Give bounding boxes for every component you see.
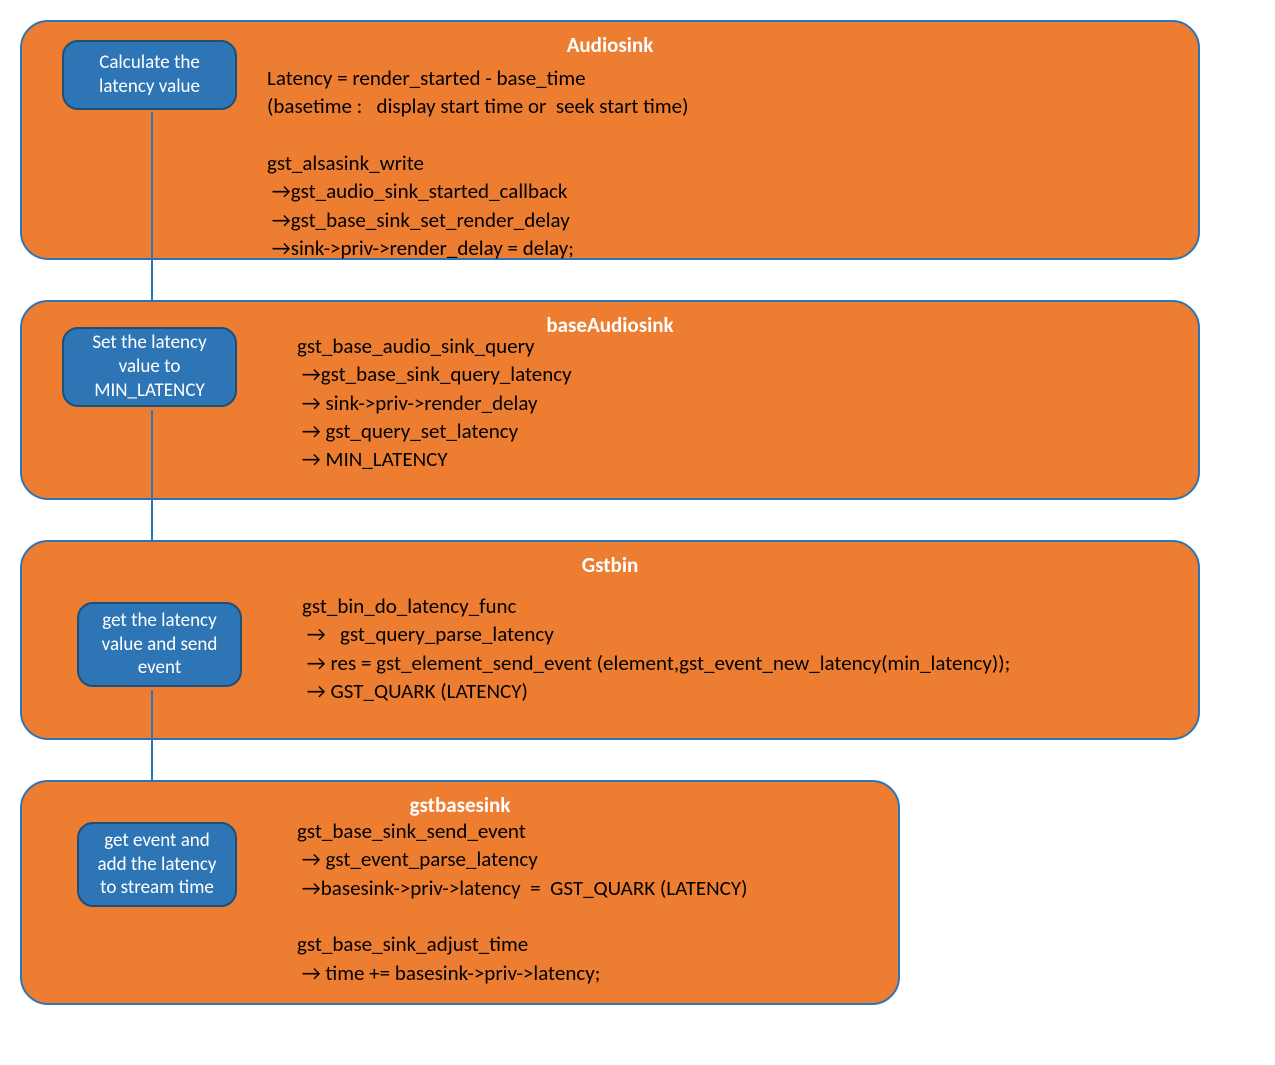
step-box-gstbin: Gstbin gst_bin_do_latency_func → gst_que…	[20, 540, 1200, 740]
step-body: Latency = render_started - base_time (ba…	[267, 64, 688, 262]
step-box-audiosink: Audiosink Latency = render_started - bas…	[20, 20, 1200, 260]
step-box-baseaudiosink: baseAudiosink gst_base_audio_sink_query …	[20, 300, 1200, 500]
step-box-gstbasesink: gstbasesink gst_base_sink_send_event → g…	[20, 780, 900, 1005]
step-body: gst_base_audio_sink_query →gst_base_sink…	[297, 332, 572, 474]
diagram-stage: Audiosink Latency = render_started - bas…	[20, 20, 1255, 1005]
step-body: gst_bin_do_latency_func → gst_query_pars…	[302, 592, 1010, 705]
step-pill-calculate: Calculate the latency value	[62, 40, 237, 110]
step-pill-set-latency: Set the latency value to MIN_LATENCY	[62, 327, 237, 407]
step-title: gstbasesink	[22, 792, 898, 818]
step-pill-get-event: get event and add the latency to stream …	[77, 822, 237, 907]
step-body: gst_base_sink_send_event → gst_event_par…	[297, 817, 747, 987]
step-pill-get-send: get the latency value and send event	[77, 602, 242, 687]
watermark-text: http://blog.csdn.net/	[560, 518, 762, 536]
step-title: Gstbin	[22, 552, 1198, 578]
